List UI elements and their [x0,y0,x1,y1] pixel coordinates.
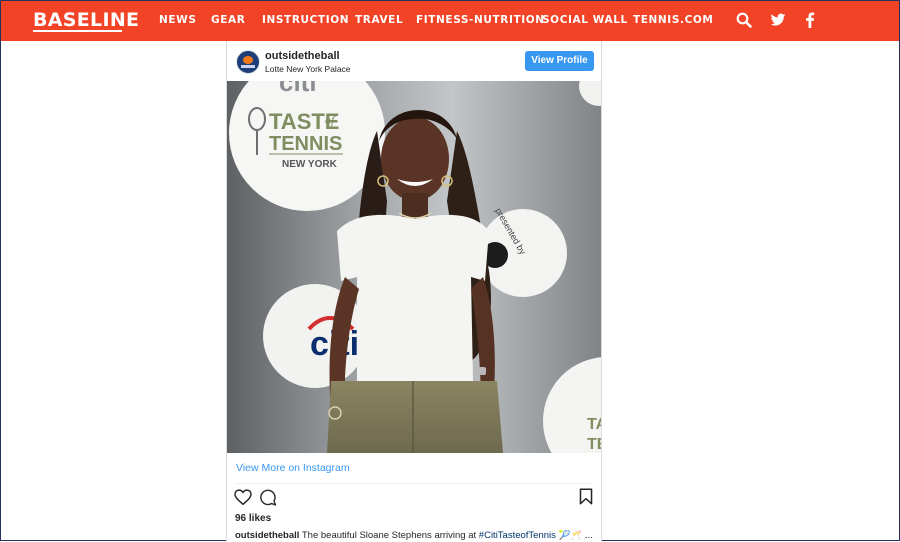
photo-scene: citi TASTE of TENNIS NEW YORK presented … [227,81,601,453]
top-navigation-bar: BASELINE NEWS GEAR INSTRUCTION TRAVEL FI… [1,1,899,41]
post-username[interactable]: outsidetheball [265,50,340,62]
bookmark-icon[interactable] [579,488,593,505]
twitter-icon[interactable] [770,12,786,28]
search-icon[interactable] [736,12,752,28]
divider [236,483,592,484]
heart-icon[interactable] [234,489,252,505]
nav-item-social-wall[interactable]: SOCIAL WALL [542,14,628,26]
backdrop-citi-text: citi [279,81,317,97]
nav-item-tennis-com[interactable]: TENNIS.COM [633,14,713,26]
view-more-on-instagram-link[interactable]: View More on Instagram [236,462,350,474]
view-profile-button[interactable]: View Profile [525,51,594,71]
backdrop-tennis-right: TE [587,436,601,453]
nav-item-gear[interactable]: GEAR [211,14,245,26]
avatar-text [241,65,255,68]
logo-underline [33,30,122,32]
backdrop-taste-right: TA [587,416,601,433]
facebook-icon[interactable] [805,12,815,28]
backdrop-newyork-text: NEW YORK [282,159,338,170]
caption-text: The beautiful Sloane Stephens arriving a… [301,530,477,541]
site-logo[interactable]: BASELINE [33,9,139,31]
post-photo[interactable]: citi TASTE of TENNIS NEW YORK presented … [227,81,601,453]
nav-item-news[interactable]: NEWS [159,14,197,26]
post-location[interactable]: Lotte New York Palace [265,64,351,74]
caption-hashtag[interactable]: #CitiTasteofTennis [479,530,556,541]
avatar-ball [243,56,253,64]
avatar[interactable] [236,50,260,74]
post-caption: outsidetheball The beautiful Sloane Step… [235,530,601,541]
nav-item-fitness-nutrition[interactable]: FITNESS-NUTRITION [416,14,545,26]
likes-count[interactable]: 96 likes [235,513,271,524]
nav-item-travel[interactable]: TRAVEL [355,14,403,26]
caption-tail: 🎾🥂 ... [558,530,593,541]
caption-username[interactable]: outsidetheball [235,530,299,541]
comment-icon[interactable] [259,489,277,506]
backdrop-tennis-text: TENNIS [269,133,342,155]
nav-item-instruction[interactable]: INSTRUCTION [262,14,349,26]
embed-header: outsidetheball Lotte New York Palace Vie… [227,41,601,81]
instagram-embed: outsidetheball Lotte New York Palace Vie… [226,41,602,542]
